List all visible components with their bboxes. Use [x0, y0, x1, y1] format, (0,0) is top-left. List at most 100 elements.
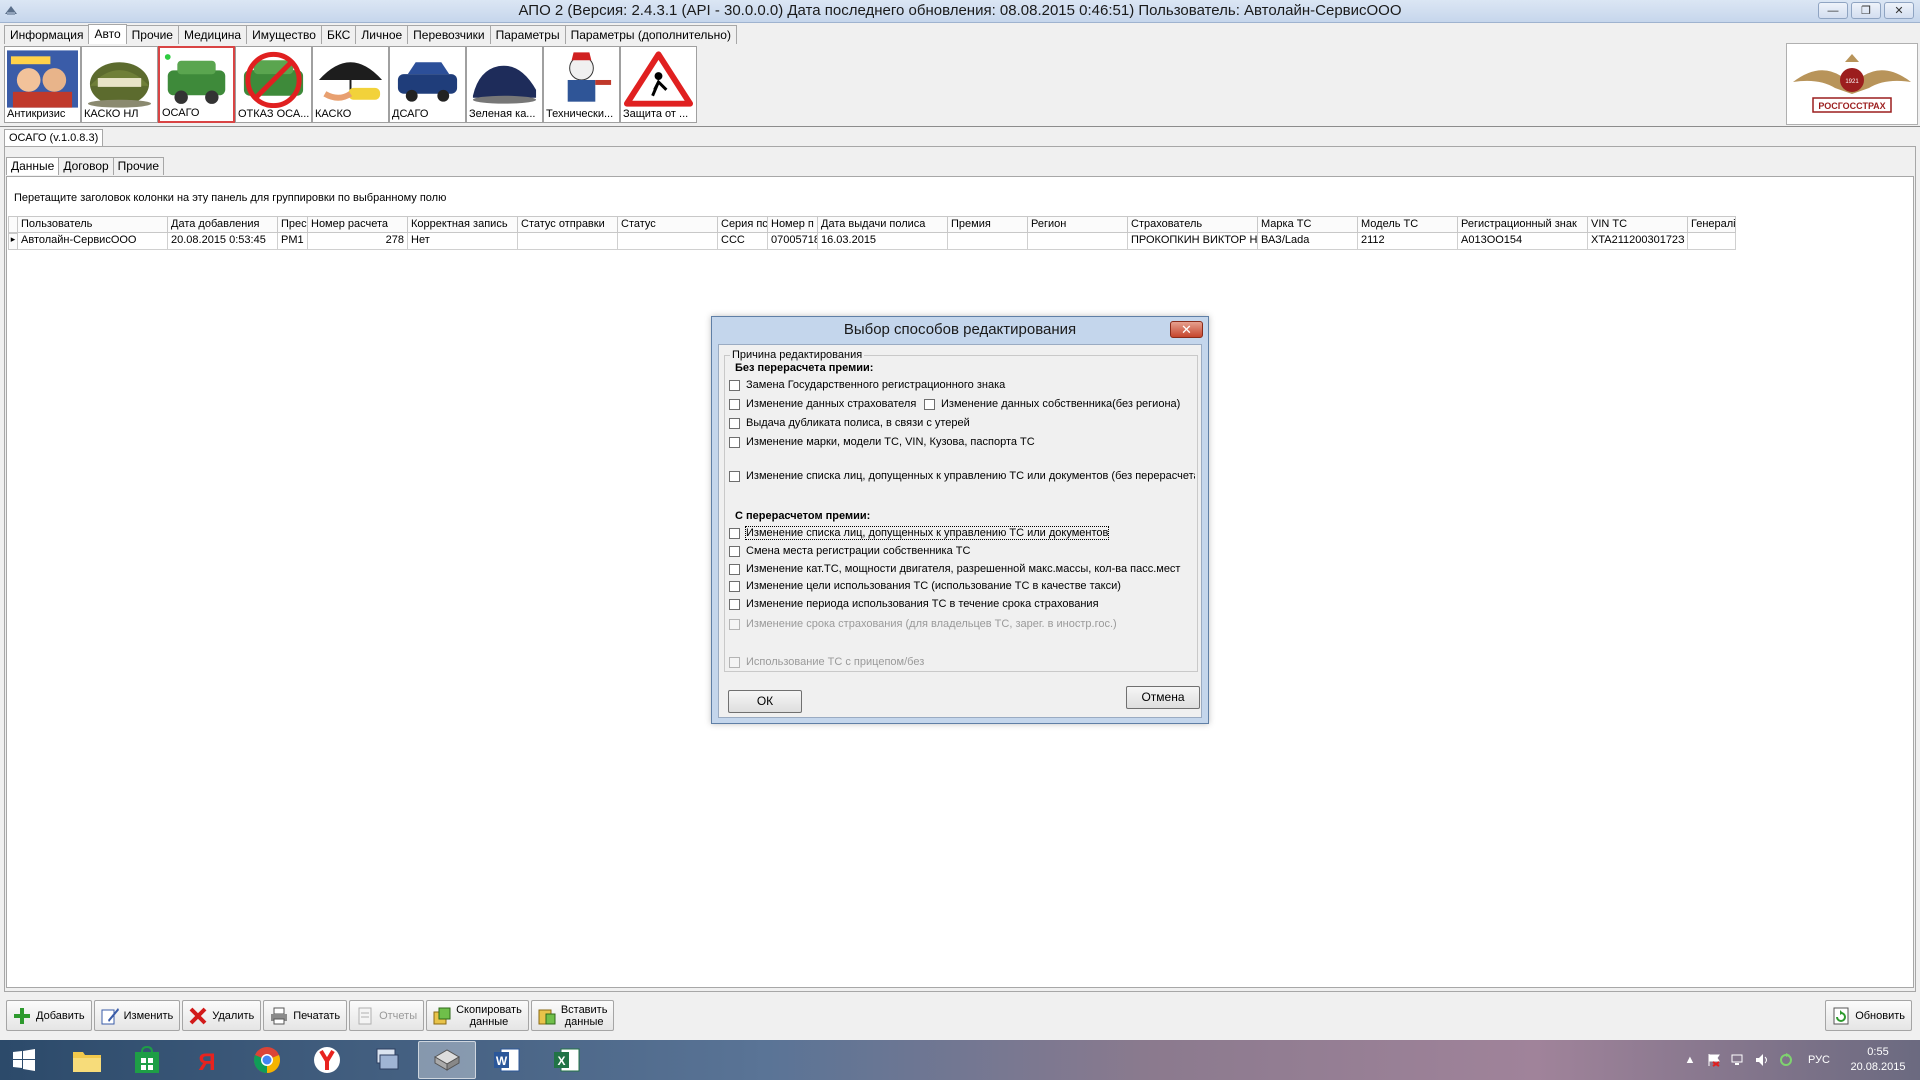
col-header-issue-date[interactable]: Дата выдачи полиса [818, 216, 948, 233]
col-header-calc-number[interactable]: Номер расчета [308, 216, 408, 233]
checkbox-box[interactable] [729, 563, 740, 575]
paste-data-button[interactable]: Вставить данные [530, 1000, 615, 1031]
product-osago-refusal[interactable]: ОТКАЗ ОСА... [235, 46, 312, 123]
product-anticrisis[interactable]: Антикризис [4, 46, 81, 123]
tab-parameters[interactable]: Параметры [489, 25, 566, 44]
col-header-date-added[interactable]: Дата добавления [168, 216, 278, 233]
col-header-policy-number[interactable]: Номер п [768, 216, 818, 233]
delete-button[interactable]: Удалить [182, 1000, 262, 1031]
cell-insurer[interactable]: ПРОКОПКИН ВИКТОР Н [1128, 233, 1258, 250]
col-header-status[interactable]: Статус [618, 216, 718, 233]
tab-osago-version[interactable]: ОСАГО (v.1.0.8.3) [4, 129, 104, 146]
close-window-button[interactable]: ✕ [1884, 2, 1914, 19]
col-header-pres[interactable]: Прес [278, 216, 308, 233]
checkbox-box[interactable] [729, 436, 740, 448]
checkbox-box[interactable] [729, 398, 740, 410]
tab-property[interactable]: Имущество [246, 25, 322, 44]
group-by-hint[interactable]: Перетащите заголовок колонки на эту пане… [14, 192, 446, 204]
cell-status[interactable] [618, 233, 718, 250]
col-header-reg-plate[interactable]: Регистрационный знак [1458, 216, 1588, 233]
checkbox-box[interactable] [729, 417, 740, 429]
col-header-send-status[interactable]: Статус отправки [518, 216, 618, 233]
col-header-premium[interactable]: Премия [948, 216, 1028, 233]
add-button[interactable]: Добавить [6, 1000, 92, 1031]
cell-model[interactable]: 2112 [1358, 233, 1458, 250]
cell-date-added[interactable]: 20.08.2015 0:53:45 [168, 233, 278, 250]
dialog-close-button[interactable]: ✕ [1170, 321, 1203, 338]
checkbox-plate-change[interactable]: Замена Государственного регистрационного… [729, 379, 1005, 391]
cell-correct-record[interactable]: Нет [408, 233, 518, 250]
col-header-user[interactable]: Пользователь [18, 216, 168, 233]
taskbar-apo-app[interactable] [418, 1041, 476, 1079]
cell-policy-series[interactable]: ССС [718, 233, 768, 250]
ok-button[interactable]: ОК [728, 690, 802, 713]
sync-icon[interactable] [1778, 1052, 1794, 1068]
col-header-general[interactable]: Генералі [1688, 216, 1736, 233]
checkbox-box[interactable] [924, 398, 935, 410]
taskbar-store[interactable] [118, 1041, 176, 1079]
cancel-button[interactable]: Отмена [1126, 686, 1200, 709]
start-button[interactable] [4, 1042, 44, 1078]
volume-icon[interactable] [1754, 1052, 1770, 1068]
cell-send-status[interactable] [518, 233, 618, 250]
tab-bks[interactable]: БКС [320, 25, 357, 44]
action-center-flag-icon[interactable] [1706, 1052, 1722, 1068]
product-kasko[interactable]: КАСКО [312, 46, 389, 123]
cell-reg-plate[interactable]: А013ОО154 [1458, 233, 1588, 250]
clock[interactable]: 0:55 20.08.2015 [1842, 1045, 1914, 1075]
tray-expand-icon[interactable]: ▲ [1682, 1052, 1698, 1068]
tab-data[interactable]: Данные [6, 157, 60, 175]
checkbox-usage-purpose[interactable]: Изменение цели использования ТС (использ… [729, 580, 1121, 592]
edit-button[interactable]: Изменить [93, 1000, 181, 1031]
tab-personal[interactable]: Личное [355, 25, 409, 44]
checkbox-drivers-no-recalc[interactable]: Изменение списка лиц, допущенных к управ… [729, 470, 1195, 482]
refresh-button[interactable]: Обновить [1825, 1000, 1912, 1031]
tab-other[interactable]: Прочие [125, 25, 179, 44]
product-kasko-nl[interactable]: КАСКО НЛ [81, 46, 158, 123]
col-header-make[interactable]: Марка ТС [1258, 216, 1358, 233]
taskbar-chrome[interactable] [238, 1041, 296, 1079]
cell-policy-number[interactable]: 07005718 [768, 233, 818, 250]
checkbox-box[interactable] [729, 545, 740, 557]
tab-info[interactable]: Информация [4, 25, 90, 44]
copy-data-button[interactable]: Скопировать данные [426, 1000, 529, 1031]
col-header-model[interactable]: Модель ТС [1358, 216, 1458, 233]
minimize-button[interactable]: — [1818, 2, 1848, 19]
checkbox-drivers-recalc[interactable]: Изменение списка лиц, допущенных к управ… [729, 526, 1110, 540]
cell-pres[interactable]: PM1 [278, 233, 308, 250]
col-header-policy-series[interactable]: Серия пс [718, 216, 768, 233]
col-header-vin[interactable]: VIN ТС [1588, 216, 1688, 233]
network-icon[interactable] [1730, 1052, 1746, 1068]
cell-vin[interactable]: XTA21120030172З [1588, 233, 1688, 250]
checkbox-box[interactable] [729, 598, 740, 610]
cell-user[interactable]: Автолайн-СервисООО [18, 233, 168, 250]
product-osago[interactable]: ОСАГО [158, 46, 235, 123]
tab-carriers[interactable]: Перевозчики [407, 25, 491, 44]
checkbox-duplicate-policy[interactable]: Выдача дубликата полиса, в связи с утере… [729, 417, 970, 429]
restore-button[interactable]: ❐ [1851, 2, 1881, 19]
taskbar-explorer[interactable] [58, 1041, 116, 1079]
product-green-card[interactable]: Зеленая ка... [466, 46, 543, 123]
checkbox-owner-registration[interactable]: Смена места регистрации собственника ТС [729, 545, 970, 557]
checkbox-box[interactable] [729, 580, 740, 592]
print-button[interactable]: Печатать [263, 1000, 348, 1031]
table-row[interactable]: ▸ Автолайн-СервисООО 20.08.2015 0:53:45 … [8, 233, 1736, 250]
product-dsago[interactable]: ДСАГО [389, 46, 466, 123]
cell-calc-number[interactable]: 278 [308, 233, 408, 250]
col-header-region[interactable]: Регион [1028, 216, 1128, 233]
tab-parameters-extra[interactable]: Параметры (дополнительно) [564, 25, 737, 44]
checkbox-owner-data[interactable]: Изменение данных собственника(без регион… [924, 398, 1180, 410]
taskbar-excel[interactable]: X [538, 1041, 596, 1079]
cell-general[interactable] [1688, 233, 1736, 250]
taskbar-word[interactable]: W [478, 1041, 536, 1079]
checkbox-box[interactable] [729, 527, 740, 539]
cell-make[interactable]: ВАЗ/Lada [1258, 233, 1358, 250]
taskbar-yandex-browser[interactable] [298, 1041, 356, 1079]
checkbox-vehicle-data[interactable]: Изменение марки, модели ТС, VIN, Кузова,… [729, 436, 1035, 448]
checkbox-box[interactable] [729, 470, 740, 482]
cell-region[interactable] [1028, 233, 1128, 250]
product-protection[interactable]: Защита от ... [620, 46, 697, 123]
keyboard-language[interactable]: РУС [1808, 1054, 1830, 1066]
taskbar-yandex[interactable]: Я [178, 1041, 236, 1079]
tab-auto[interactable]: Авто [88, 24, 127, 44]
